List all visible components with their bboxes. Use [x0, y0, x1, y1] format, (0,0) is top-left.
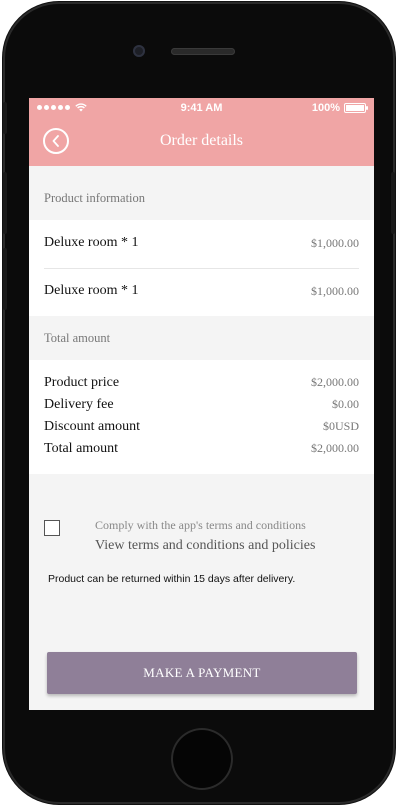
- battery-percent: 100%: [311, 102, 340, 114]
- total-line-label: Delivery fee: [44, 397, 114, 412]
- total-line-value: $0USD: [322, 419, 359, 433]
- volume-down-button: [3, 248, 7, 310]
- total-section-header: Total amount: [29, 316, 374, 360]
- product-name: Deluxe room * 1: [44, 235, 139, 250]
- terms-label: Comply with the app's terms and conditio…: [95, 518, 306, 532]
- app-screen: 9:41 AM 100% Order details Product infor…: [29, 98, 374, 710]
- total-amount-line: Total amount $2,000.00: [44, 441, 359, 463]
- product-price-line: Product price $2,000.00: [44, 375, 359, 397]
- product-section-header: Product information: [29, 166, 374, 220]
- page-title: Order details: [159, 132, 244, 149]
- status-bar: 9:41 AM 100%: [29, 98, 374, 120]
- total-line-value: $0.00: [332, 397, 359, 411]
- mute-switch: [3, 102, 7, 134]
- power-button: [391, 172, 395, 234]
- front-camera: [133, 45, 145, 57]
- product-row[interactable]: Deluxe room * 1 $1,000.00: [29, 268, 374, 316]
- product-name: Deluxe room * 1: [44, 283, 139, 298]
- terms-checkbox[interactable]: [44, 520, 60, 536]
- product-price: $1,000.00: [311, 236, 359, 250]
- total-line-label: Discount amount: [44, 419, 141, 434]
- totals-panel: Product price $2,000.00 Delivery fee $0.…: [29, 360, 374, 474]
- total-line-value: $2,000.00: [311, 441, 359, 455]
- total-line-label: Product price: [44, 375, 120, 390]
- make-payment-button[interactable]: MAKE A PAYMENT: [47, 652, 357, 694]
- product-row[interactable]: Deluxe room * 1 $1,000.00: [29, 220, 374, 268]
- battery-icon: [344, 103, 368, 113]
- return-policy-note: Product can be returned within 15 days a…: [48, 573, 296, 585]
- phone-frame: 9:41 AM 100% Order details Product infor…: [3, 2, 395, 804]
- row-divider: [44, 268, 359, 269]
- earpiece-speaker: [171, 48, 235, 55]
- volume-up-button: [3, 172, 7, 234]
- delivery-fee-line: Delivery fee $0.00: [44, 397, 359, 419]
- home-button[interactable]: [171, 728, 233, 790]
- total-line-value: $2,000.00: [311, 375, 359, 389]
- battery-status: 100%: [311, 102, 368, 114]
- total-line-label: Total amount: [44, 441, 119, 456]
- discount-line: Discount amount $0USD: [44, 419, 359, 441]
- navigation-bar: Order details: [29, 120, 374, 166]
- battery-level: [346, 105, 364, 111]
- product-price: $1,000.00: [311, 284, 359, 298]
- terms-link[interactable]: View terms and conditions and policies: [95, 538, 315, 554]
